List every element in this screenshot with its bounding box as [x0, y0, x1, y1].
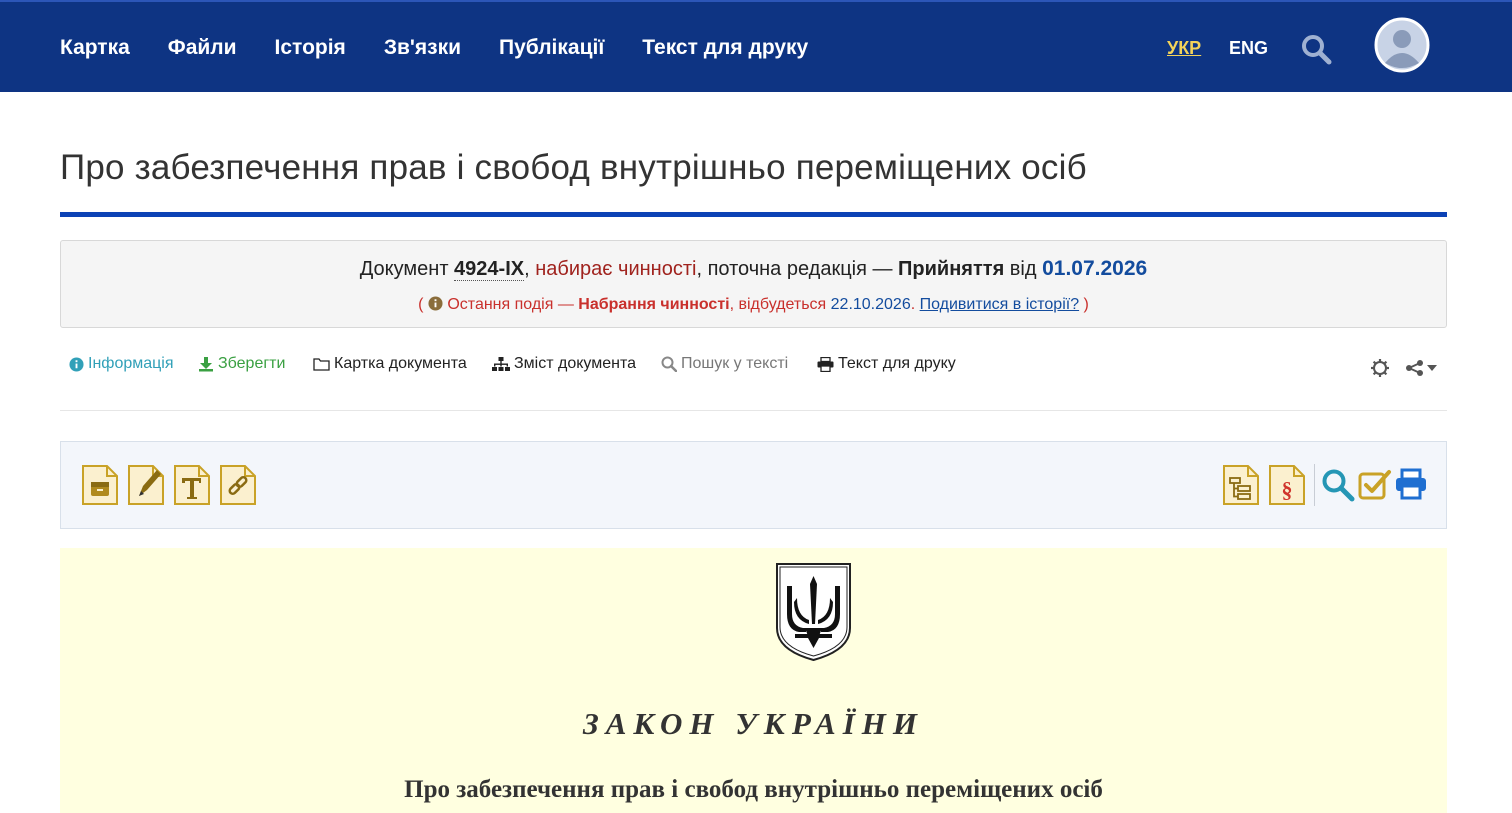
tab-card-label: Картка документа — [334, 355, 467, 372]
search-icon[interactable] — [1300, 33, 1332, 65]
document-state: набирає чинності — [535, 258, 697, 280]
user-avatar-icon[interactable] — [1374, 17, 1430, 73]
status-line: Документ 4924-IX, набирає чинності, пото… — [61, 257, 1446, 281]
last-event-line: ( Остання подія — Набрання чинності, від… — [61, 296, 1446, 314]
nav-item-history[interactable]: Історія — [275, 36, 346, 60]
title-divider — [60, 212, 1447, 217]
nav-item-files[interactable]: Файли — [168, 36, 237, 60]
gear-icon[interactable] — [1370, 358, 1390, 378]
share-icon[interactable] — [1406, 360, 1424, 376]
nav-item-card[interactable]: Картка — [60, 36, 130, 60]
tab-contents-label: Зміст документа — [514, 355, 637, 372]
tab-save-label: Зберегти — [218, 355, 286, 372]
page-title: Про забезпечення прав і свобод внутрішнь… — [60, 148, 1087, 187]
status-sep: , — [524, 258, 536, 280]
document-toolbar: § — [60, 441, 1447, 529]
document-number[interactable]: 4924-IX — [454, 258, 525, 281]
text-doc-icon[interactable] — [173, 464, 211, 506]
folder-icon — [313, 358, 330, 371]
tab-print[interactable]: Текст для друку — [817, 355, 956, 373]
document-status-panel: Документ 4924-IX, набирає чинності, пото… — [60, 240, 1447, 328]
event-date: 22.10.2026 — [830, 296, 911, 313]
info-icon — [69, 356, 84, 372]
check-icon[interactable] — [1358, 468, 1392, 500]
edition-date: 01.07.2026 — [1042, 257, 1148, 280]
lang-ukr-link[interactable]: УКР — [1167, 38, 1201, 59]
printer-icon[interactable] — [1394, 468, 1428, 500]
nav-item-links[interactable]: Зв'язки — [384, 36, 461, 60]
trident-emblem — [776, 563, 851, 662]
tab-info[interactable]: Інформація — [69, 355, 174, 373]
document-tabs: Інформація Зберегти Картка документа Змі… — [60, 355, 1447, 383]
section-doc-icon[interactable]: § — [1268, 464, 1306, 506]
law-subtitle: Про забезпечення прав і свобод внутрішнь… — [404, 776, 1103, 803]
download-icon — [199, 357, 213, 372]
svg-text:§: § — [1282, 477, 1293, 502]
document-body: ЗАКОН УКРАЇНИ Про забезпечення прав і св… — [60, 548, 1447, 813]
edit-doc-icon[interactable] — [127, 464, 165, 506]
zoom-icon[interactable] — [1321, 468, 1355, 502]
tab-card[interactable]: Картка документа — [313, 355, 467, 373]
link-doc-icon[interactable] — [219, 464, 257, 506]
event-name: Набрання чинності — [578, 296, 730, 313]
nav-item-publications[interactable]: Публікації — [499, 36, 604, 60]
tab-search[interactable]: Пошук у тексті — [661, 355, 788, 373]
event-dot: . — [910, 296, 920, 313]
event-mid: , відбудеться — [729, 296, 831, 313]
tab-print-label: Текст для друку — [838, 355, 956, 372]
tab-search-label: Пошук у тексті — [681, 355, 789, 372]
paren-open: ( — [418, 296, 428, 313]
law-title: ЗАКОН УКРАЇНИ — [582, 706, 925, 741]
history-link[interactable]: Подивитися в історії? — [920, 296, 1079, 313]
lang-eng-link[interactable]: ENG — [1229, 38, 1268, 59]
search-icon — [661, 356, 677, 372]
toolbar-separator — [1314, 464, 1315, 506]
info-icon — [428, 296, 443, 311]
tab-contents[interactable]: Зміст документа — [492, 355, 636, 373]
nav-item-print-text[interactable]: Текст для друку — [642, 36, 808, 60]
main-nav: Картка Файли Історія Зв'язки Публікації … — [60, 2, 808, 94]
status-edition-text: , поточна редакція — — [696, 258, 899, 280]
status-doc-prefix: Документ — [359, 258, 455, 280]
archive-doc-icon[interactable] — [81, 464, 119, 506]
edition-type: Прийняття — [898, 258, 1005, 280]
tab-info-label: Інформація — [88, 355, 174, 372]
status-from-text: від — [1004, 258, 1043, 280]
caret-down-icon[interactable] — [1427, 365, 1437, 371]
structure-doc-icon[interactable] — [1222, 464, 1260, 506]
tabs-divider — [60, 410, 1447, 411]
tab-save[interactable]: Зберегти — [198, 355, 285, 373]
paren-close: ) — [1079, 296, 1089, 313]
print-icon — [817, 356, 834, 372]
event-prefix: Остання подія — — [442, 296, 579, 313]
sitemap-icon — [492, 356, 510, 371]
top-navbar: Картка Файли Історія Зв'язки Публікації … — [0, 0, 1512, 92]
